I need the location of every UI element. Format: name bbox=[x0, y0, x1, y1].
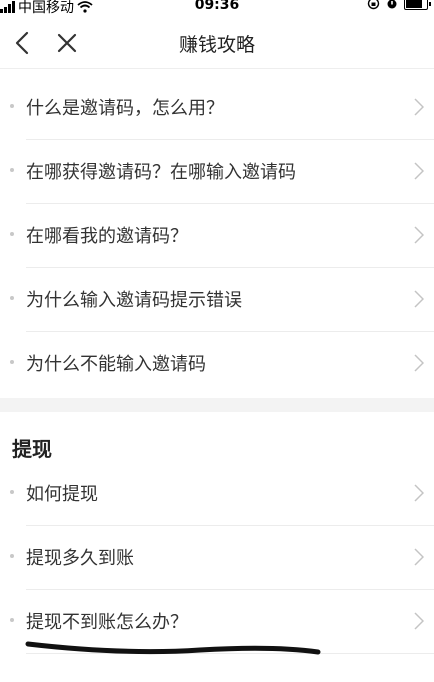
chevron-right-icon bbox=[414, 162, 424, 180]
bullet-icon bbox=[10, 490, 14, 494]
underline-scribble bbox=[25, 641, 321, 655]
faq-item-label: 在哪看我的邀请码？ bbox=[26, 226, 188, 247]
section-title-withdraw: 提现 bbox=[12, 437, 52, 461]
chevron-right-icon bbox=[414, 548, 424, 566]
faq-list-invite: 什么是邀请码，怎么用？ 在哪获得邀请码？在哪输入邀请码 在哪看我的邀请码？ 为什… bbox=[0, 76, 434, 396]
status-bar: 中国移动 09:36 bbox=[0, 0, 434, 18]
page-title: 赚钱攻略 bbox=[178, 34, 255, 56]
section-gap bbox=[0, 398, 434, 412]
alarm-icon bbox=[387, 0, 397, 9]
faq-item-label: 提现多久到账 bbox=[26, 548, 134, 569]
chevron-right-icon bbox=[414, 98, 424, 116]
faq-item-withdraw-time[interactable]: 提现多久到账 bbox=[0, 526, 434, 590]
battery-icon bbox=[404, 0, 431, 10]
bullet-icon bbox=[10, 554, 14, 558]
bullet-icon bbox=[10, 618, 14, 622]
faq-item-label: 什么是邀请码，怎么用？ bbox=[26, 98, 224, 119]
chevron-right-icon bbox=[414, 354, 424, 372]
chevron-right-icon bbox=[414, 290, 424, 308]
bullet-icon bbox=[10, 232, 14, 236]
bullet-icon bbox=[10, 296, 14, 300]
faq-item-cannot-input-code[interactable]: 为什么不能输入邀请码 bbox=[0, 332, 434, 396]
orientation-lock-icon bbox=[367, 0, 380, 10]
faq-item-where-see-my-code[interactable]: 在哪看我的邀请码？ bbox=[0, 204, 434, 268]
faq-list-withdraw: 如何提现 提现多久到账 提现不到账怎么办？ bbox=[0, 462, 434, 654]
bullet-icon bbox=[10, 168, 14, 172]
faq-item-label: 如何提现 bbox=[26, 484, 98, 505]
faq-item-label: 在哪获得邀请码？在哪输入邀请码 bbox=[26, 162, 296, 183]
status-right bbox=[367, 0, 431, 10]
chevron-right-icon bbox=[414, 484, 424, 502]
faq-item-where-get-invite-code[interactable]: 在哪获得邀请码？在哪输入邀请码 bbox=[0, 140, 434, 204]
faq-item-label: 为什么不能输入邀请码 bbox=[26, 354, 206, 375]
faq-item-what-is-invite-code[interactable]: 什么是邀请码，怎么用？ bbox=[0, 76, 434, 140]
faq-item-how-to-withdraw[interactable]: 如何提现 bbox=[0, 462, 434, 526]
chevron-right-icon bbox=[414, 226, 424, 244]
nav-bar: 赚钱攻略 bbox=[0, 18, 434, 69]
chevron-right-icon bbox=[414, 612, 424, 630]
faq-item-label: 为什么输入邀请码提示错误 bbox=[26, 290, 242, 311]
faq-item-invite-code-error[interactable]: 为什么输入邀请码提示错误 bbox=[0, 268, 434, 332]
bullet-icon bbox=[10, 360, 14, 364]
bullet-icon bbox=[10, 104, 14, 108]
